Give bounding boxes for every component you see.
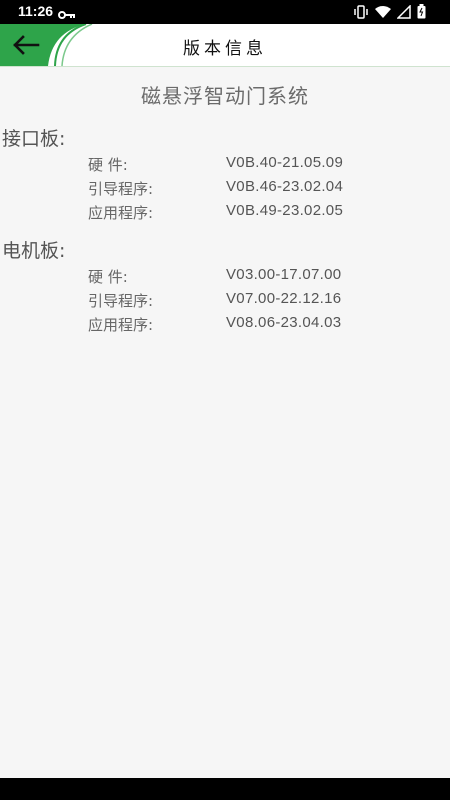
signal-icon (397, 4, 411, 19)
status-time: 11:26 (18, 3, 54, 19)
info-value: V07.00-22.12.16 (226, 290, 342, 307)
app-bar: 版本信息 (0, 24, 450, 67)
info-label: 引导程序: (88, 292, 154, 310)
info-row-hardware: 硬 件: V03.00-17.07.00 (0, 266, 450, 290)
info-value: V0B.40-21.05.09 (226, 154, 344, 171)
section-title-interface-board: 接口板: (2, 128, 66, 150)
info-label: 硬 件: (88, 156, 128, 174)
navigation-bar (0, 778, 450, 800)
key-icon (58, 5, 76, 24)
battery-icon (417, 4, 426, 19)
info-label: 应用程序: (88, 316, 154, 334)
system-name: 磁悬浮智动门系统 (141, 84, 309, 108)
section-title-motor-board: 电机板: (2, 240, 66, 262)
info-value: V08.06-23.04.03 (226, 314, 342, 331)
info-row-hardware: 硬 件: V0B.40-21.05.09 (0, 154, 450, 178)
info-label: 硬 件: (88, 268, 128, 286)
page-title: 版本信息 (183, 39, 267, 59)
status-bar: 11:26 (0, 0, 450, 24)
info-label: 应用程序: (88, 204, 154, 222)
info-row-application: 应用程序: V08.06-23.04.03 (0, 314, 450, 338)
info-row-bootloader: 引导程序: V07.00-22.12.16 (0, 290, 450, 314)
info-value: V0B.49-23.02.05 (226, 202, 344, 219)
info-value: V03.00-17.07.00 (226, 266, 342, 283)
wifi-icon (375, 5, 391, 19)
info-row-application: 应用程序: V0B.49-23.02.05 (0, 202, 450, 226)
info-value: V0B.46-23.02.04 (226, 178, 344, 195)
info-row-bootloader: 引导程序: V0B.46-23.02.04 (0, 178, 450, 202)
info-label: 引导程序: (88, 180, 154, 198)
vibrate-icon (353, 4, 369, 19)
